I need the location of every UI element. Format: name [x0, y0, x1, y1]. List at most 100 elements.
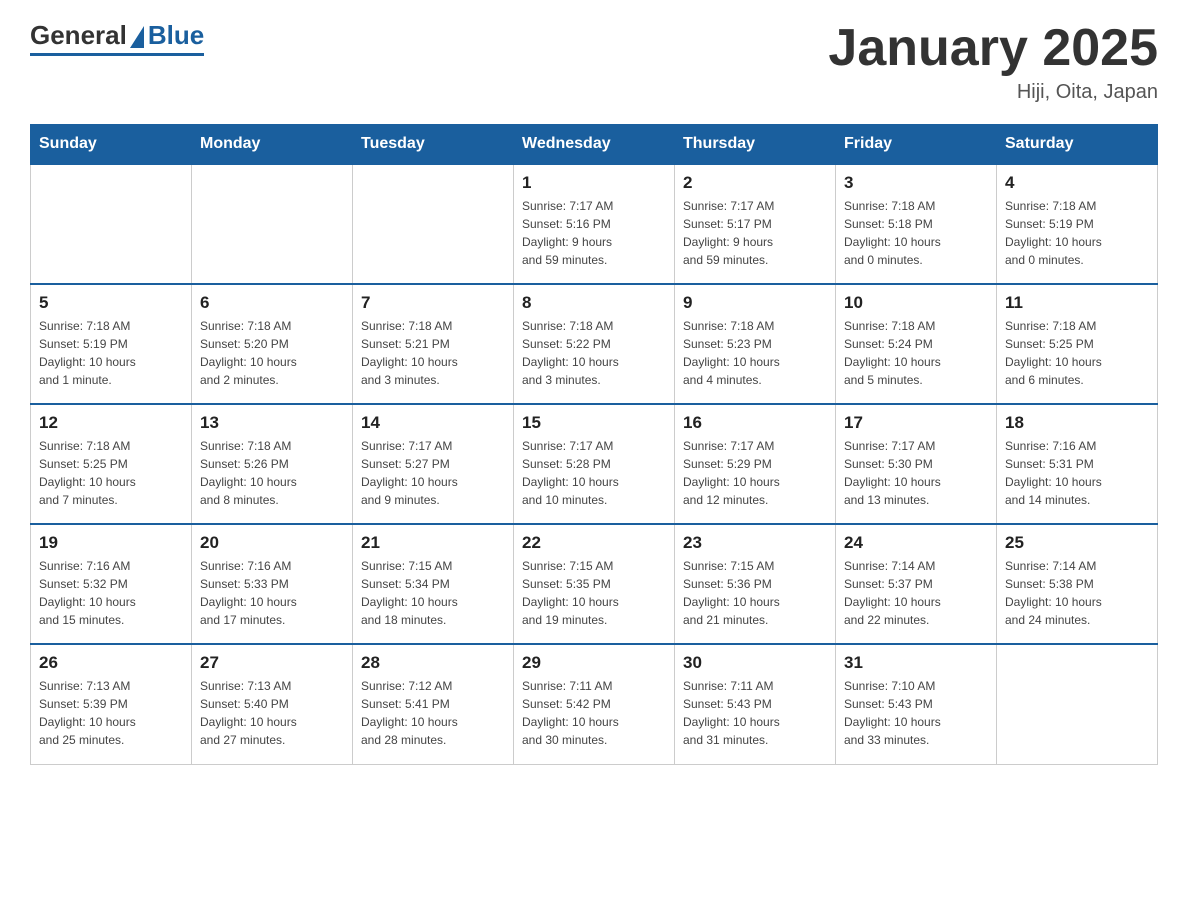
calendar-cell: 1Sunrise: 7:17 AM Sunset: 5:16 PM Daylig…: [514, 164, 675, 284]
calendar-cell: 29 Sunrise: 7:11 AM Sunset: 5:42 PM Dayli…: [514, 644, 675, 764]
day-info: Sunrise: 7:16 AM Sunset: 5:33 PM Dayligh…: [200, 557, 344, 629]
day-info: Sunrise: 7:18 AM Sunset: 5:25 PM Dayligh…: [39, 437, 183, 509]
day-info: Sunrise: 7:18 AM Sunset: 5:26 PM Dayligh…: [200, 437, 344, 509]
calendar-header: SundayMondayTuesdayWednesdayThursdayFrid…: [31, 125, 1158, 165]
calendar-cell: 11Sunrise: 7:18 AM Sunset: 5:25 PM Dayli…: [997, 284, 1158, 404]
calendar-cell: 23Sunrise: 7:15 AM Sunset: 5:36 PM Dayli…: [675, 524, 836, 644]
day-number: 29: [522, 653, 666, 673]
day-info: Sunrise: 7:12 AM Sunset: 5:41 PM Dayligh…: [361, 677, 505, 749]
day-info: Sunrise: 7:18 AM Sunset: 5:23 PM Dayligh…: [683, 317, 827, 389]
day-info: Sunrise: 7:14 AM Sunset: 5:37 PM Dayligh…: [844, 557, 988, 629]
day-info: Sunrise: 7:15 AM Sunset: 5:34 PM Dayligh…: [361, 557, 505, 629]
calendar-header-saturday: Saturday: [997, 125, 1158, 165]
day-info: Sunrise: 7:13 AM Sunset: 5:39 PM Dayligh…: [39, 677, 183, 749]
calendar-cell: 21 Sunrise: 7:15 AM Sunset: 5:34 PM Dayli…: [353, 524, 514, 644]
day-info: Sunrise: 7:17 AM Sunset: 5:27 PM Dayligh…: [361, 437, 505, 509]
logo: General Blue: [30, 20, 204, 56]
day-number: 21: [361, 533, 505, 553]
calendar-cell: 3Sunrise: 7:18 AM Sunset: 5:18 PM Daylig…: [836, 164, 997, 284]
logo-triangle-icon: [130, 26, 144, 48]
calendar-week-1: 1Sunrise: 7:17 AM Sunset: 5:16 PM Daylig…: [31, 164, 1158, 284]
calendar-cell: 7 Sunrise: 7:18 AM Sunset: 5:21 PM Daylig…: [353, 284, 514, 404]
subtitle: Hiji, Oita, Japan: [828, 81, 1158, 104]
day-info: Sunrise: 7:18 AM Sunset: 5:20 PM Dayligh…: [200, 317, 344, 389]
calendar-cell: 31Sunrise: 7:10 AM Sunset: 5:43 PM Dayli…: [836, 644, 997, 764]
day-info: Sunrise: 7:18 AM Sunset: 5:18 PM Dayligh…: [844, 197, 988, 269]
calendar-cell: [31, 164, 192, 284]
day-number: 14: [361, 413, 505, 433]
day-number: 4: [1005, 173, 1149, 193]
calendar-cell: 16 Sunrise: 7:17 AM Sunset: 5:29 PM Dayli…: [675, 404, 836, 524]
day-number: 17: [844, 413, 988, 433]
page-header: General Blue January 2025 Hiji, Oita, Ja…: [30, 20, 1158, 104]
day-number: 2: [683, 173, 827, 193]
title-block: January 2025 Hiji, Oita, Japan: [828, 20, 1158, 104]
calendar-cell: 8 Sunrise: 7:18 AM Sunset: 5:22 PM Daylig…: [514, 284, 675, 404]
calendar-header-friday: Friday: [836, 125, 997, 165]
logo-blue-text: Blue: [148, 20, 204, 51]
calendar-cell: 15Sunrise: 7:17 AM Sunset: 5:28 PM Dayli…: [514, 404, 675, 524]
day-number: 26: [39, 653, 183, 673]
calendar-cell: 26 Sunrise: 7:13 AM Sunset: 5:39 PM Dayli…: [31, 644, 192, 764]
calendar-cell: [353, 164, 514, 284]
day-number: 30: [683, 653, 827, 673]
day-number: 28: [361, 653, 505, 673]
day-number: 9: [683, 293, 827, 313]
calendar-cell: 24Sunrise: 7:14 AM Sunset: 5:37 PM Dayli…: [836, 524, 997, 644]
day-number: 10: [844, 293, 988, 313]
day-info: Sunrise: 7:15 AM Sunset: 5:36 PM Dayligh…: [683, 557, 827, 629]
day-number: 5: [39, 293, 183, 313]
day-number: 18: [1005, 413, 1149, 433]
day-info: Sunrise: 7:17 AM Sunset: 5:29 PM Dayligh…: [683, 437, 827, 509]
day-number: 19: [39, 533, 183, 553]
calendar-body: 1Sunrise: 7:17 AM Sunset: 5:16 PM Daylig…: [31, 164, 1158, 764]
calendar-cell: 4 Sunrise: 7:18 AM Sunset: 5:19 PM Daylig…: [997, 164, 1158, 284]
main-title: January 2025: [828, 20, 1158, 77]
calendar-cell: 25Sunrise: 7:14 AM Sunset: 5:38 PM Dayli…: [997, 524, 1158, 644]
day-info: Sunrise: 7:17 AM Sunset: 5:30 PM Dayligh…: [844, 437, 988, 509]
calendar-header-monday: Monday: [192, 125, 353, 165]
calendar-cell: 22Sunrise: 7:15 AM Sunset: 5:35 PM Dayli…: [514, 524, 675, 644]
calendar-cell: 2Sunrise: 7:17 AM Sunset: 5:17 PM Daylig…: [675, 164, 836, 284]
calendar-table: SundayMondayTuesdayWednesdayThursdayFrid…: [30, 124, 1158, 765]
day-info: Sunrise: 7:14 AM Sunset: 5:38 PM Dayligh…: [1005, 557, 1149, 629]
day-info: Sunrise: 7:11 AM Sunset: 5:43 PM Dayligh…: [683, 677, 827, 749]
day-info: Sunrise: 7:15 AM Sunset: 5:35 PM Dayligh…: [522, 557, 666, 629]
day-number: 13: [200, 413, 344, 433]
calendar-cell: 27Sunrise: 7:13 AM Sunset: 5:40 PM Dayli…: [192, 644, 353, 764]
day-number: 15: [522, 413, 666, 433]
day-info: Sunrise: 7:16 AM Sunset: 5:32 PM Dayligh…: [39, 557, 183, 629]
calendar-cell: 12 Sunrise: 7:18 AM Sunset: 5:25 PM Dayli…: [31, 404, 192, 524]
calendar-header-tuesday: Tuesday: [353, 125, 514, 165]
calendar-cell: 18 Sunrise: 7:16 AM Sunset: 5:31 PM Dayli…: [997, 404, 1158, 524]
calendar-week-5: 26 Sunrise: 7:13 AM Sunset: 5:39 PM Dayli…: [31, 644, 1158, 764]
day-number: 7: [361, 293, 505, 313]
day-number: 11: [1005, 293, 1149, 313]
day-number: 1: [522, 173, 666, 193]
day-info: Sunrise: 7:16 AM Sunset: 5:31 PM Dayligh…: [1005, 437, 1149, 509]
calendar-header-wednesday: Wednesday: [514, 125, 675, 165]
day-info: Sunrise: 7:18 AM Sunset: 5:22 PM Dayligh…: [522, 317, 666, 389]
day-info: Sunrise: 7:11 AM Sunset: 5:42 PM Dayligh…: [522, 677, 666, 749]
calendar-week-3: 12 Sunrise: 7:18 AM Sunset: 5:25 PM Dayli…: [31, 404, 1158, 524]
day-info: Sunrise: 7:18 AM Sunset: 5:21 PM Dayligh…: [361, 317, 505, 389]
day-info: Sunrise: 7:18 AM Sunset: 5:19 PM Dayligh…: [1005, 197, 1149, 269]
day-number: 31: [844, 653, 988, 673]
calendar-cell: 5Sunrise: 7:18 AM Sunset: 5:19 PM Daylig…: [31, 284, 192, 404]
day-number: 12: [39, 413, 183, 433]
day-number: 6: [200, 293, 344, 313]
logo-general-text: General: [30, 20, 127, 51]
calendar-cell: 13 Sunrise: 7:18 AM Sunset: 5:26 PM Dayli…: [192, 404, 353, 524]
calendar-cell: 30 Sunrise: 7:11 AM Sunset: 5:43 PM Dayli…: [675, 644, 836, 764]
day-number: 16: [683, 413, 827, 433]
calendar-week-4: 19 Sunrise: 7:16 AM Sunset: 5:32 PM Dayli…: [31, 524, 1158, 644]
calendar-cell: 9 Sunrise: 7:18 AM Sunset: 5:23 PM Daylig…: [675, 284, 836, 404]
calendar-cell: 20 Sunrise: 7:16 AM Sunset: 5:33 PM Dayli…: [192, 524, 353, 644]
calendar-header-sunday: Sunday: [31, 125, 192, 165]
day-info: Sunrise: 7:18 AM Sunset: 5:24 PM Dayligh…: [844, 317, 988, 389]
calendar-cell: 14 Sunrise: 7:17 AM Sunset: 5:27 PM Dayli…: [353, 404, 514, 524]
calendar-cell: 28 Sunrise: 7:12 AM Sunset: 5:41 PM Dayli…: [353, 644, 514, 764]
day-number: 8: [522, 293, 666, 313]
day-number: 20: [200, 533, 344, 553]
calendar-cell: [997, 644, 1158, 764]
